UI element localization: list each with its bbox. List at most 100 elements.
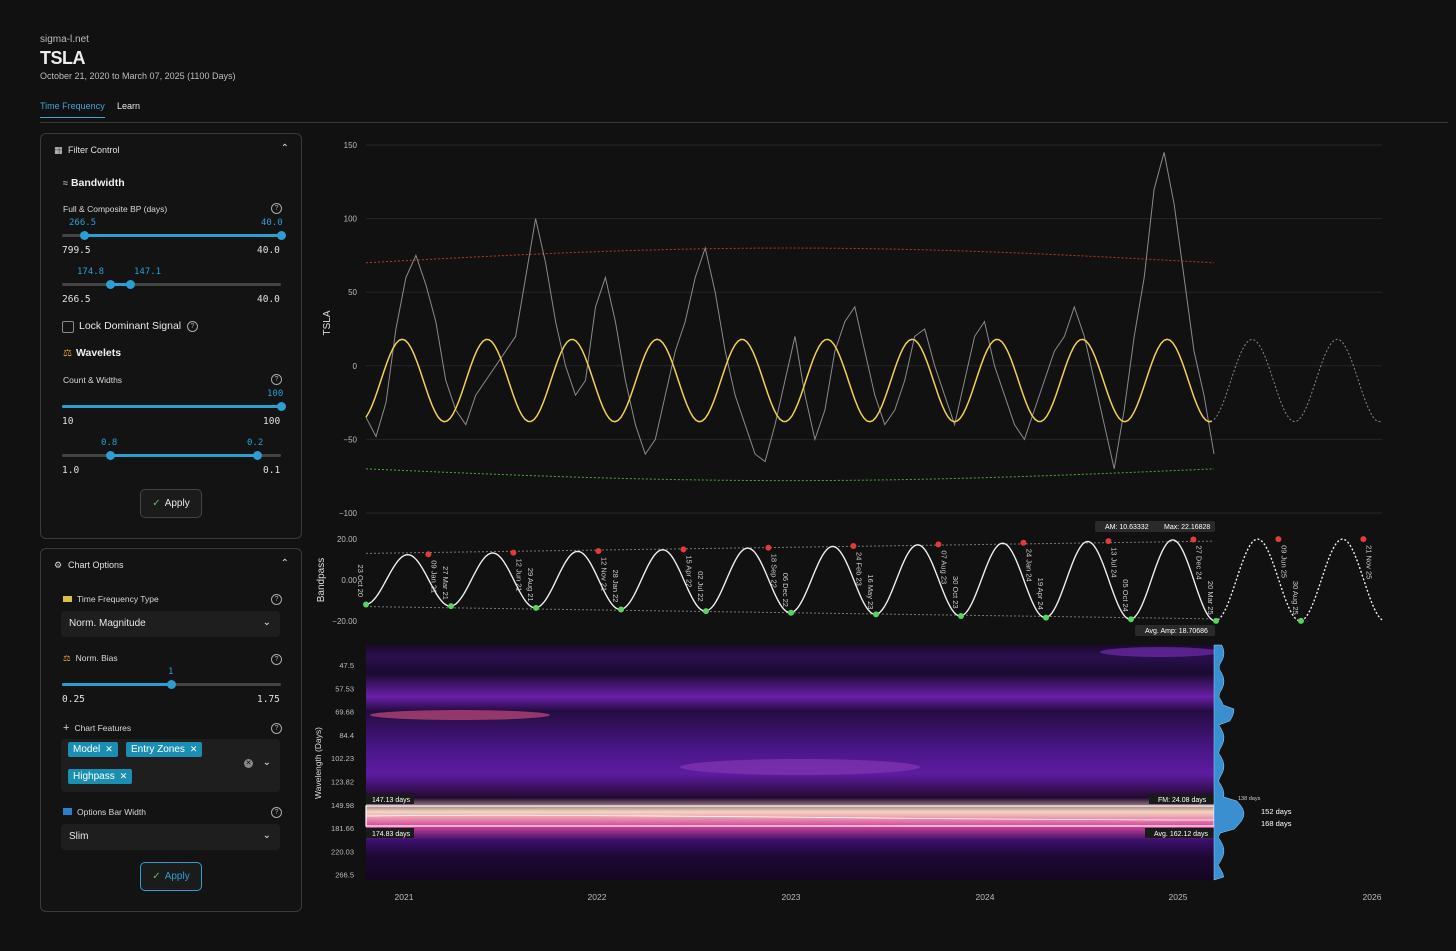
- tab-learn[interactable]: Learn: [117, 101, 140, 117]
- y-tick-label: 150: [344, 141, 358, 150]
- lock-dominant-checkbox[interactable]: [62, 321, 74, 333]
- peak-label: 12 Jun 21: [514, 559, 523, 592]
- peak-marker: [850, 543, 857, 550]
- histogram-label: 168 days: [1261, 819, 1292, 828]
- help-icon[interactable]: ?: [271, 723, 282, 734]
- width-slider-low-handle[interactable]: [105, 451, 115, 460]
- help-icon[interactable]: ?: [271, 374, 282, 385]
- bp-slider-low-handle[interactable]: [79, 231, 89, 240]
- upper-bound-label: 147.13 days: [372, 797, 411, 804]
- chevron-up-icon[interactable]: ⌃: [281, 143, 289, 154]
- peak-marker: [765, 544, 772, 551]
- norm-bias-label: Norm. Bias: [75, 653, 118, 663]
- bar-width-select[interactable]: Slim ⌄: [61, 824, 280, 850]
- filter-apply-button[interactable]: ✓ Apply: [140, 489, 202, 518]
- y-tick-label: 0.00: [341, 576, 357, 585]
- trough-marker: [1298, 617, 1304, 624]
- filter-control-header[interactable]: ▦ Filter Control: [54, 145, 120, 156]
- peak-label: 21 Nov 25: [1364, 545, 1373, 579]
- y-tick-label: 57.53: [335, 684, 354, 693]
- trough-marker: [958, 613, 964, 620]
- tf-type-heading: Time Frequency Type: [63, 594, 159, 604]
- trough-marker: [1128, 616, 1134, 623]
- close-icon[interactable]: ✕: [190, 744, 198, 754]
- tab-time-frequency[interactable]: Time Frequency: [40, 101, 105, 118]
- trough-marker: [788, 609, 794, 616]
- bandwidth-label: Full & Composite BP (days): [63, 204, 168, 214]
- wavelet-count-handle[interactable]: [276, 402, 286, 411]
- y-tick-label: −20.00: [332, 617, 357, 626]
- features-multiselect[interactable]: Model ✕ Entry Zones ✕ Highpass ✕ ✕ ⌄: [61, 739, 280, 792]
- tag-model[interactable]: Model ✕: [68, 742, 118, 757]
- chart-options-header[interactable]: ⚙ Chart Options: [54, 560, 124, 571]
- x-tick-label: 2023: [782, 892, 801, 902]
- help-icon[interactable]: ?: [271, 203, 282, 214]
- bar-width-heading: Options Bar Width: [63, 807, 146, 817]
- bp-slider-high-handle[interactable]: [276, 231, 286, 240]
- bar-width-label: Options Bar Width: [77, 807, 146, 817]
- help-icon[interactable]: ?: [271, 654, 282, 665]
- composite-slider-high-handle[interactable]: [125, 280, 135, 289]
- lower-band: [365, 468, 1215, 482]
- norm-bias-heading: ⚖ Norm. Bias: [63, 653, 118, 664]
- bp-slider-max: 40.0: [257, 245, 280, 256]
- tag-highpass[interactable]: Highpass ✕: [68, 769, 133, 784]
- help-icon[interactable]: ?: [271, 807, 282, 818]
- price-line: [365, 152, 1215, 469]
- close-icon[interactable]: ✕: [105, 744, 113, 754]
- width-slider-high-handle[interactable]: [252, 451, 262, 460]
- x-tick-label: 2024: [976, 892, 995, 902]
- composite-high-value: 147.1: [134, 267, 162, 277]
- chevron-down-icon[interactable]: ⌄: [263, 757, 271, 768]
- tf-type-select[interactable]: Norm. Magnitude ⌄: [61, 611, 280, 637]
- bp-high-value: 40.0: [261, 218, 283, 228]
- peak-marker: [1105, 538, 1112, 545]
- trough-label: 16 May 23: [866, 574, 875, 609]
- composite-slider-track[interactable]: [62, 283, 281, 286]
- heatmap-chart: 47.5 57.53 69.68 84.4 102.23 123.82 149.98 181.…: [313, 644, 1382, 902]
- trough-label: 05 Oct 24: [1121, 579, 1130, 612]
- clear-icon[interactable]: ✕: [244, 759, 253, 768]
- composite-slider-low-handle[interactable]: [105, 280, 115, 289]
- tf-type-icon: [63, 596, 72, 602]
- trough-marker: [448, 603, 454, 610]
- y-tick-label: 123.82: [331, 778, 354, 787]
- peak-marker: [510, 549, 517, 556]
- chevron-down-icon: ⌄: [262, 617, 271, 628]
- trough-label: 19 Apr 24: [1036, 578, 1045, 610]
- chart-apply-button[interactable]: ✓ Apply: [140, 862, 202, 891]
- check-icon: ✓: [152, 498, 161, 509]
- composite-slider-max: 40.0: [257, 294, 280, 305]
- peak-label: 24 Feb 23: [854, 552, 863, 586]
- norm-bias-min: 0.25: [62, 694, 85, 705]
- y-tick-label: 266.5: [335, 871, 354, 880]
- norm-bias-value: 1: [168, 667, 174, 677]
- trough-label: 20 Mar 25: [1206, 581, 1215, 615]
- norm-bias-range: [62, 683, 171, 686]
- y-tick-label: 84.4: [339, 731, 354, 740]
- bp-low-value: 266.5: [69, 218, 97, 228]
- peak-marker: [425, 551, 432, 558]
- help-icon[interactable]: ?: [271, 594, 282, 605]
- lock-dominant-label[interactable]: Lock Dominant Signal: [79, 320, 181, 332]
- help-icon[interactable]: ?: [187, 321, 198, 332]
- trough-marker: [533, 604, 539, 611]
- peak-marker: [1360, 536, 1367, 543]
- y-axis-label: Wavelength (Days): [313, 727, 323, 799]
- tag-entry-zones[interactable]: Entry Zones ✕: [126, 742, 203, 757]
- avg-period-label: Avg. 162.12 days: [1154, 831, 1208, 838]
- chart-options-title: Chart Options: [68, 560, 124, 570]
- x-tick-label: 2022: [588, 892, 607, 902]
- peak-marker: [680, 546, 687, 553]
- y-tick-label: 181.66: [331, 824, 354, 833]
- check-icon: ✓: [152, 871, 161, 882]
- close-icon[interactable]: ✕: [120, 771, 128, 781]
- filter-apply-label: Apply: [164, 498, 190, 509]
- chevron-up-icon[interactable]: ⌃: [281, 558, 289, 569]
- chevron-down-icon: ⌄: [262, 830, 271, 841]
- chart-options-panel: ⚙ Chart Options ⌃ Time Frequency Type ? N…: [40, 548, 302, 912]
- y-tick-label: −100: [339, 509, 358, 518]
- tf-type-value: Norm. Magnitude: [69, 618, 146, 629]
- norm-bias-handle[interactable]: [166, 680, 176, 689]
- waves-icon: ≈: [63, 178, 68, 188]
